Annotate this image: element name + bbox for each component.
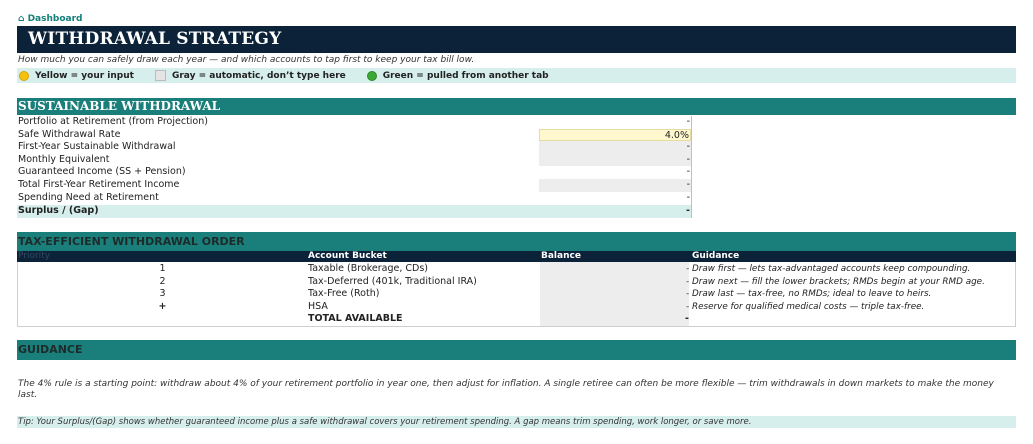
row-first-year-withdrawal: First-Year Sustainable Withdrawal - (17, 141, 691, 154)
total-first-year-income-value: - (539, 179, 691, 192)
table-row: 1 Taxable (Brokerage, CDs) - Draw first … (17, 263, 1016, 276)
section-header-guidance: GUIDANCE (17, 340, 1016, 360)
header-balance: Balance (541, 251, 581, 261)
account-cell: Tax-Free (Roth) (308, 288, 380, 300)
guidance-text: Draw first — lets tax-advantaged account… (691, 264, 971, 274)
order-table-header: Priority Account Bucket Balance Guidance (17, 251, 1016, 262)
portfolio-at-retirement-value: - (686, 116, 690, 127)
green-circle-icon (366, 70, 377, 81)
guidance-cell: - Reserve for qualified medical costs — … (686, 301, 925, 312)
header-guidance: Guidance (692, 251, 740, 261)
legend-green-label: Green = pulled from another tab (382, 70, 549, 81)
legend-yellow-label: Yellow = your input (35, 70, 134, 81)
account-cell: Tax-Deferred (401k, Traditional IRA) (308, 275, 477, 287)
guidance-text: Draw last — tax-free, no RMDs; ideal to … (691, 289, 932, 300)
row-guaranteed-income: Guaranteed Income (SS + Pension) - (17, 166, 691, 179)
row-spending-need: Spending Need at Retirement - (17, 192, 691, 205)
header-account-bucket: Account Bucket (308, 251, 387, 261)
row-label: Monthly Equivalent (18, 153, 110, 165)
page-subtitle: How much you can safely draw each year —… (18, 55, 475, 65)
table-row: 2 Tax-Deferred (401k, Traditional IRA) -… (17, 276, 1016, 289)
legend-gray-label: Gray = automatic, don’t type here (171, 70, 346, 81)
tip-bar: Tip: Your Surplus/(Gap) shows whether gu… (17, 416, 1016, 428)
priority-cell: 1 (159, 263, 166, 274)
row-label: Total First-Year Retirement Income (18, 179, 180, 190)
section-header-sustainable-withdrawal: SUSTAINABLE WITHDRAWAL (17, 98, 1016, 115)
account-cell: HSA (308, 300, 328, 312)
priority-cell: + (158, 300, 167, 312)
monthly-equivalent-value: - (539, 153, 691, 167)
surplus-gap-value: - (686, 204, 690, 216)
row-label: Portfolio at Retirement (from Projection… (18, 116, 208, 127)
total-available-label: TOTAL AVAILABLE (308, 313, 403, 325)
page-title: WITHDRAWAL STRATEGY (17, 26, 1016, 53)
legend-item-green: Green = pulled from another tab (366, 70, 549, 81)
total-available-row: TOTAL AVAILABLE - (17, 313, 1016, 326)
row-monthly-equivalent: Monthly Equivalent - (17, 153, 691, 167)
total-available-value: - (685, 313, 689, 325)
yellow-circle-icon (19, 70, 29, 81)
priority-cell: 2 (159, 275, 166, 287)
section-header-withdrawal-order: TAX-EFFICIENT WITHDRAWAL ORDER (17, 232, 1016, 251)
guidance-cell: - Draw next — fill the lower brackets; R… (686, 276, 985, 287)
row-label: First-Year Sustainable Withdrawal (18, 141, 176, 153)
dashboard-link[interactable]: ⌂ Dashboard (18, 14, 82, 24)
table-row: 3 Tax-Free (Roth) - Draw last — tax-free… (17, 288, 1016, 301)
row-label: Spending Need at Retirement (18, 191, 159, 203)
guidance-cell: - Draw first — lets tax-advantaged accou… (686, 264, 971, 274)
row-portfolio-at-retirement: Portfolio at Retirement (from Projection… (17, 116, 691, 129)
guidance-paragraph: The 4% rule is a starting point: withdra… (18, 379, 994, 400)
row-surplus-gap: Surplus / (Gap) - (17, 204, 691, 218)
safe-withdrawal-rate-input[interactable]: 4.0% (539, 128, 691, 142)
guidance-text: Draw next — fill the lower brackets; RMD… (691, 276, 985, 287)
row-label: Guaranteed Income (SS + Pension) (18, 166, 186, 178)
spending-need-value: - (686, 191, 690, 203)
legend-item-yellow: Yellow = your input (19, 70, 134, 81)
guaranteed-income-value: - (686, 166, 690, 178)
row-label: Safe Withdrawal Rate (18, 128, 121, 140)
guidance-text: Reserve for qualified medical costs — tr… (691, 301, 925, 312)
row-label: Surplus / (Gap) (18, 204, 99, 216)
gray-square-icon (154, 70, 166, 81)
first-year-withdrawal-value: - (539, 141, 691, 154)
account-cell: Taxable (Brokerage, CDs) (308, 263, 429, 274)
guidance-cell: - Draw last — tax-free, no RMDs; ideal t… (686, 289, 932, 300)
color-legend: Yellow = your input Gray = automatic, do… (17, 68, 1016, 83)
row-total-first-year-income: Total First-Year Retirement Income - (17, 179, 691, 192)
legend-item-gray: Gray = automatic, don’t type here (154, 70, 346, 81)
row-safe-withdrawal-rate: Safe Withdrawal Rate 4.0% (17, 128, 691, 142)
priority-cell: 3 (159, 288, 166, 300)
header-priority: Priority (18, 251, 51, 261)
table-row: + HSA - Reserve for qualified medical co… (17, 301, 1016, 314)
